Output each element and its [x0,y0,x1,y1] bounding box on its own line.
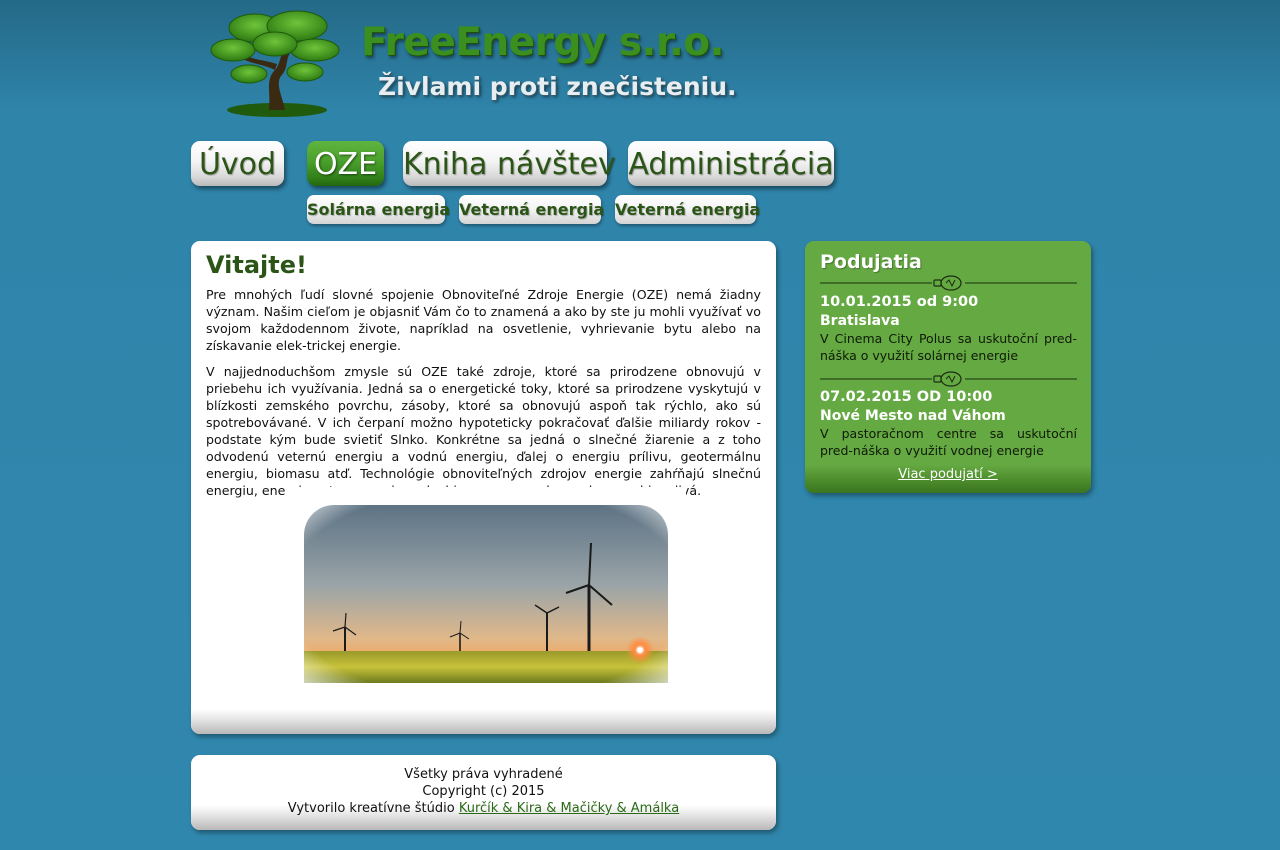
footer-copyright: Copyright (c) 2015 [422,784,545,799]
event-description: V Cinema City Polus sa uskutoční pred-ná… [820,331,1077,363]
footer-credit-prefix: Vytvorilo kreatívne štúdio [287,801,459,816]
footer-credit: Vytvorilo kreatívne štúdio Kurčík & Kira… [191,800,776,817]
footer: Všetky práva vyhradené Copyright (c) 201… [191,755,776,830]
lightbulb-divider-icon [820,275,1077,291]
lightbulb-divider-icon [820,371,1077,387]
main-content-panel: Vitajte! Pre mnohých ľudí slovné spojeni… [191,241,776,734]
logo-tree-icon [210,10,340,117]
content-paragraph: V najjednoduchšom zmysle sú OZE také zdr… [206,364,761,498]
event-date: 10.01.2015 od 9:00 [820,294,979,310]
brand-title: FreeEnergy s.r.o. [361,20,724,65]
nav-item-administracia[interactable]: Administrácia [628,141,834,186]
subnav-item-solarna-energia[interactable]: Solárna energia [307,195,450,224]
subnav-item-veterna-energia[interactable]: Veterná energia [459,195,604,224]
events-panel: Podujatia 10.01.2015 od 9:00 Bratislava … [805,241,1091,493]
event-date: 07.02.2015 OD 10:00 [820,389,993,405]
page-title: Vitajte! [206,251,307,279]
subnav-item-veterna-energia-2[interactable]: Veterná energia [615,195,760,224]
intro-paragraph: Pre mnohých ľudí slovné spojenie Obnovit… [206,287,761,353]
event-place: Nové Mesto nad Váhom [820,408,1006,424]
brand-slogan: Živlami proti znečisteniu. [378,72,737,101]
footer-rights: Všetky práva vyhradené [404,767,563,782]
nav-item-oze[interactable]: OZE [307,141,384,186]
studio-credit-link[interactable]: Kurčík & Kira & Mačičky & Amálka [459,801,679,816]
wind-turbines-sunset-image [286,487,686,701]
events-heading: Podujatia [820,251,922,273]
event-description: V pastoračnom centre sa uskutoční pred-n… [820,426,1077,458]
nav-item-kniha-navstev[interactable]: Kniha návštev [403,141,616,186]
nav-item-uvod[interactable]: Úvod [191,141,284,186]
more-events-link[interactable]: Viac podujatí > [805,467,1091,482]
event-place: Bratislava [820,313,900,329]
